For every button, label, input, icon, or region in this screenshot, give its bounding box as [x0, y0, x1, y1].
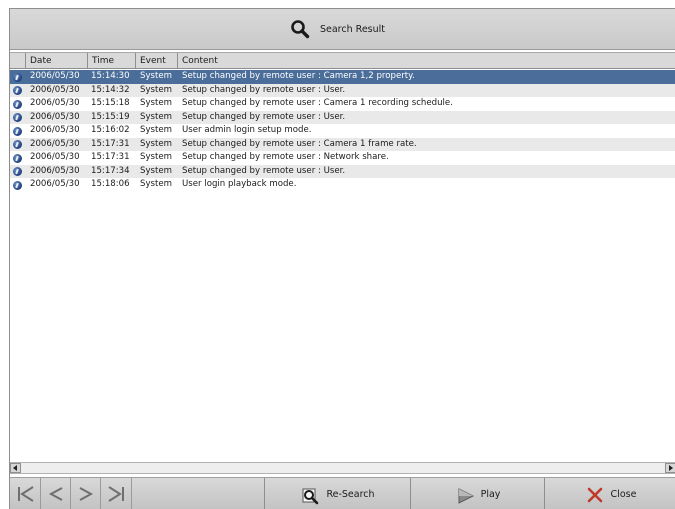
- scroll-left-icon[interactable]: [10, 463, 21, 473]
- cell-time: 15:15:19: [91, 111, 130, 122]
- table-row[interactable]: 2006/05/30 15:14:32 System Setup changed by…: [10, 83, 675, 97]
- previous-page-icon[interactable]: [45, 483, 67, 505]
- cell-event: System: [140, 71, 173, 81]
- cell-time: 15:18:06: [91, 179, 130, 189]
- play-label: Play: [480, 489, 501, 500]
- scroll-right-icon[interactable]: [665, 463, 675, 473]
- cell-time: 15:17:31: [91, 138, 130, 149]
- cell-date: 2006/05/30: [30, 71, 80, 81]
- cell-date: 2006/05/30: [30, 152, 80, 162]
- cell-date: 2006/05/30: [30, 98, 80, 108]
- table-row[interactable]: 2006/05/30 15:15:18 System Setup changed by…: [10, 97, 675, 111]
- cell-content: Setup changed by remote user : Camera 1 …: [182, 98, 453, 108]
- cell-event: System: [140, 84, 173, 95]
- info-icon: [13, 113, 22, 122]
- separator: [70, 478, 71, 509]
- separator: [40, 478, 41, 509]
- separator: [131, 478, 132, 509]
- separator: [100, 478, 101, 509]
- info-icon: [13, 167, 22, 176]
- table-row[interactable]: 2006/05/30 15:17:34 System Setup changed by…: [10, 164, 675, 178]
- info-icon: [13, 140, 22, 149]
- cell-event: System: [140, 138, 173, 149]
- header-date[interactable]: Date: [26, 53, 88, 69]
- last-page-icon[interactable]: [105, 483, 127, 505]
- cell-content: Setup changed by remote user : User.: [182, 84, 346, 95]
- play-button[interactable]: Play: [410, 478, 544, 509]
- close-label: Close: [610, 489, 637, 500]
- cell-date: 2006/05/30: [30, 138, 80, 149]
- horizontal-scrollbar[interactable]: [10, 462, 675, 474]
- cell-time: 15:17:34: [91, 165, 130, 176]
- cell-date: 2006/05/30: [30, 179, 80, 189]
- table-header: Date Time Event Content: [10, 52, 675, 69]
- table-row[interactable]: 2006/05/30 15:15:19 System Setup changed by…: [10, 110, 675, 124]
- header-icon-col: [10, 53, 26, 69]
- magnifier-icon: [291, 20, 310, 39]
- table-row[interactable]: 2006/05/30 15:16:02 System User admin login…: [10, 124, 675, 138]
- window-title: Search Result: [319, 23, 385, 35]
- table-row[interactable]: 2006/05/30 15:17:31 System Setup changed by…: [10, 151, 675, 165]
- header-content[interactable]: Content: [178, 53, 675, 69]
- cell-event: System: [140, 98, 173, 108]
- search-result-window: Search Result Date Time Event Content 20…: [9, 8, 675, 509]
- info-icon: [13, 126, 22, 136]
- next-page-icon[interactable]: [75, 483, 97, 505]
- header-time[interactable]: Time: [88, 53, 136, 69]
- cell-date: 2006/05/30: [30, 125, 80, 135]
- close-button[interactable]: Close: [544, 478, 675, 509]
- cell-date: 2006/05/30: [30, 165, 80, 176]
- info-icon: [13, 72, 22, 82]
- title-bar: Search Result: [10, 9, 675, 50]
- cell-content: Setup changed by remote user : Camera 1 …: [182, 138, 417, 149]
- cell-time: 15:14:32: [91, 84, 130, 95]
- cell-time: 15:17:31: [91, 152, 130, 162]
- cell-event: System: [140, 179, 173, 189]
- bottom-toolbar: Re-Search Play Close: [10, 477, 675, 509]
- cell-content: Setup changed by remote user : User.: [182, 111, 346, 122]
- info-icon: [13, 99, 22, 109]
- cell-content: User login playback mode.: [182, 179, 297, 189]
- cell-event: System: [140, 111, 173, 122]
- cell-event: System: [140, 125, 173, 135]
- cell-content: Setup changed by remote user : Network s…: [182, 152, 389, 162]
- cell-content: User admin login setup mode.: [182, 125, 312, 135]
- table-row[interactable]: 2006/05/30 15:14:30 System Setup changed by…: [10, 70, 675, 84]
- info-icon: [13, 180, 22, 190]
- research-icon: [302, 488, 319, 504]
- first-page-icon[interactable]: [15, 483, 37, 505]
- research-button[interactable]: Re-Search: [264, 478, 410, 509]
- info-icon: [13, 86, 22, 95]
- cell-event: System: [140, 165, 173, 176]
- play-icon: [458, 487, 474, 504]
- cell-time: 15:14:30: [91, 71, 130, 81]
- cell-date: 2006/05/30: [30, 84, 80, 95]
- cell-time: 15:16:02: [91, 125, 130, 135]
- table-row[interactable]: 2006/05/30 15:18:06 System User login playb…: [10, 178, 675, 192]
- cell-content: Setup changed by remote user : User.: [182, 165, 346, 176]
- cell-time: 15:15:18: [91, 98, 130, 108]
- table-row[interactable]: 2006/05/30 15:17:31 System Setup changed by…: [10, 137, 675, 151]
- header-event[interactable]: Event: [136, 53, 178, 69]
- cell-date: 2006/05/30: [30, 111, 80, 122]
- cell-event: System: [140, 152, 173, 162]
- cell-content: Setup changed by remote user : Camera 1,…: [182, 71, 415, 81]
- info-icon: [13, 153, 22, 163]
- close-icon: [587, 487, 602, 502]
- event-list: 2006/05/30 15:14:30 System Setup changed by…: [10, 70, 675, 192]
- research-label: Re-Search: [326, 489, 375, 500]
